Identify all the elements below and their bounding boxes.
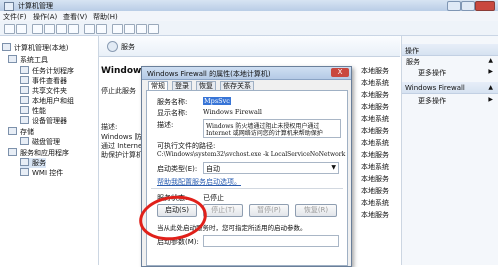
description-box[interactable]: Windows 防火墙通过阻止未授权用户通过 Internet 或网络访问您的计… — [203, 119, 341, 138]
chevron-right-icon: ▶ — [488, 96, 493, 103]
tree-item-services-and-apps[interactable]: 服务和应用程序 — [8, 148, 69, 158]
actions-pane: 操作 服务 ▲ 更多操作 ▶ Windows Firewall ▲ 更多操作 ▶ — [401, 36, 498, 265]
performance-icon — [20, 106, 29, 114]
folder-icon — [20, 86, 29, 94]
description-text-3: 助保护计算机 — [101, 151, 143, 159]
properties-icon[interactable] — [96, 24, 107, 34]
disk-icon — [20, 137, 29, 145]
actions-header: 操作 — [402, 44, 498, 56]
logon-as-cell: 本地系统 — [361, 139, 389, 147]
services-header-title: 服务 — [121, 43, 135, 51]
tree-item-event-viewer[interactable]: 事件查看器 — [20, 76, 67, 86]
description-label: 描述: — [101, 123, 118, 131]
dialog-title: Windows Firewall 的属性(本地计算机) — [147, 70, 271, 78]
wmi-icon — [20, 168, 29, 176]
tree-item-performance[interactable]: 性能 — [20, 106, 46, 116]
tools-icon — [8, 55, 17, 63]
divider — [151, 188, 343, 189]
stop-button[interactable]: 停止(T) — [203, 204, 243, 217]
tree-item-services[interactable]: 服务 — [20, 158, 46, 168]
dialog-titlebar: Windows Firewall 的属性(本地计算机) X — [142, 67, 351, 80]
service-name-label: 服务名称: — [157, 98, 188, 106]
startup-type-select[interactable]: 自动 ▼ — [203, 162, 339, 174]
logon-as-cell: 本地系统 — [361, 115, 389, 123]
chevron-down-icon: ▼ — [331, 164, 336, 171]
stop-icon[interactable] — [124, 24, 135, 34]
app-icon — [4, 2, 14, 11]
toolbar — [0, 21, 498, 36]
resume-button[interactable]: 恢复(R) — [295, 204, 337, 217]
close-icon[interactable] — [475, 1, 495, 11]
logon-as-cell: 本地服务 — [361, 211, 389, 219]
export-icon[interactable] — [68, 24, 79, 34]
service-name-value[interactable]: MpsSvc — [203, 97, 231, 105]
help-configure-link[interactable]: 帮助我配置服务启动选项。 — [157, 177, 241, 187]
display-name-value[interactable]: Windows Firewall — [203, 108, 262, 116]
logon-as-cell: 本地服务 — [361, 187, 389, 195]
actions-services-item[interactable]: 服务 — [406, 57, 420, 67]
startup-type-value: 自动 — [206, 165, 220, 173]
back-icon[interactable] — [4, 24, 15, 34]
logon-as-cell: 本地服务 — [361, 67, 389, 75]
logon-as-cell: 本地服务 — [361, 91, 389, 99]
clock-icon — [20, 66, 29, 74]
collapse-icon[interactable]: ▲ — [488, 84, 493, 91]
minimize-icon[interactable] — [447, 1, 461, 11]
tree-item-storage[interactable]: 存储 — [8, 127, 34, 137]
services-icon — [107, 41, 118, 52]
collapse-icon[interactable]: ▲ — [488, 57, 493, 64]
services-header: 服务 — [99, 36, 400, 57]
stop-service-link[interactable]: 停止此服务 — [101, 86, 136, 96]
dialog-close-button[interactable]: X — [331, 68, 349, 77]
tree-item-shared-folders[interactable]: 共享文件夹 — [20, 86, 67, 96]
display-name-label: 显示名称: — [157, 109, 188, 117]
window-title: 计算机管理 — [18, 2, 53, 10]
forward-icon[interactable] — [16, 24, 27, 34]
logon-as-cell: 本地系统 — [361, 79, 389, 87]
play-icon[interactable] — [112, 24, 123, 34]
description-label: 描述: — [157, 121, 174, 129]
gear-icon — [20, 158, 29, 166]
device-icon — [20, 116, 29, 124]
tree-item-wmi-control[interactable]: WMI 控件 — [20, 168, 63, 178]
path-label: 可执行文件的路径: — [157, 142, 216, 150]
tree-item-computer-management[interactable]: 计算机管理(本地) — [2, 43, 68, 53]
storage-icon — [8, 127, 17, 135]
logon-as-cell: 本地服务 — [361, 127, 389, 135]
logon-as-cell: 本地服务 — [361, 175, 389, 183]
maximize-icon[interactable] — [461, 1, 475, 11]
more-actions-link[interactable]: 更多操作 — [418, 96, 446, 106]
tree-item-disk-management[interactable]: 磁盘管理 — [20, 137, 60, 147]
start-params-input[interactable] — [203, 235, 339, 247]
description-line-2: Internet 或网络访问您的计算机来帮助保护 — [206, 130, 323, 137]
logon-as-cell: 本地系统 — [361, 199, 389, 207]
path-value: C:\Windows\system32\svchost.exe -k Local… — [157, 151, 346, 158]
refresh-icon[interactable] — [56, 24, 67, 34]
logon-as-cell: 本地服务 — [361, 151, 389, 159]
users-icon — [20, 96, 29, 104]
more-actions-link[interactable]: 更多操作 — [418, 68, 446, 78]
help-icon[interactable] — [84, 24, 95, 34]
startup-type-label: 启动类型(E): — [157, 165, 198, 173]
navigation-tree: 计算机管理(本地) 系统工具 任务计划程序 事件查看器 共享文件夹 本地用户和组… — [0, 36, 99, 265]
event-icon — [20, 76, 29, 84]
service-status-value: 已停止 — [203, 194, 224, 202]
chevron-right-icon: ▶ — [488, 68, 493, 75]
tree-item-task-scheduler[interactable]: 任务计划程序 — [20, 66, 74, 76]
logon-as-cell: 本地系统 — [361, 163, 389, 171]
tree-item-local-users[interactable]: 本地用户和组 — [20, 96, 74, 106]
tree-item-device-manager[interactable]: 设备管理器 — [20, 116, 67, 126]
tree-item-system-tools[interactable]: 系统工具 — [8, 55, 48, 65]
restart-icon[interactable] — [148, 24, 159, 34]
pause-button[interactable]: 暂停(P) — [249, 204, 289, 217]
pause-icon[interactable] — [136, 24, 147, 34]
up-icon[interactable] — [32, 24, 43, 34]
firewall-actions-header: Windows Firewall — [402, 82, 498, 94]
computer-icon — [2, 43, 11, 51]
view-icon[interactable] — [44, 24, 55, 34]
apps-icon — [8, 148, 17, 156]
logon-as-cell: 本地服务 — [361, 103, 389, 111]
